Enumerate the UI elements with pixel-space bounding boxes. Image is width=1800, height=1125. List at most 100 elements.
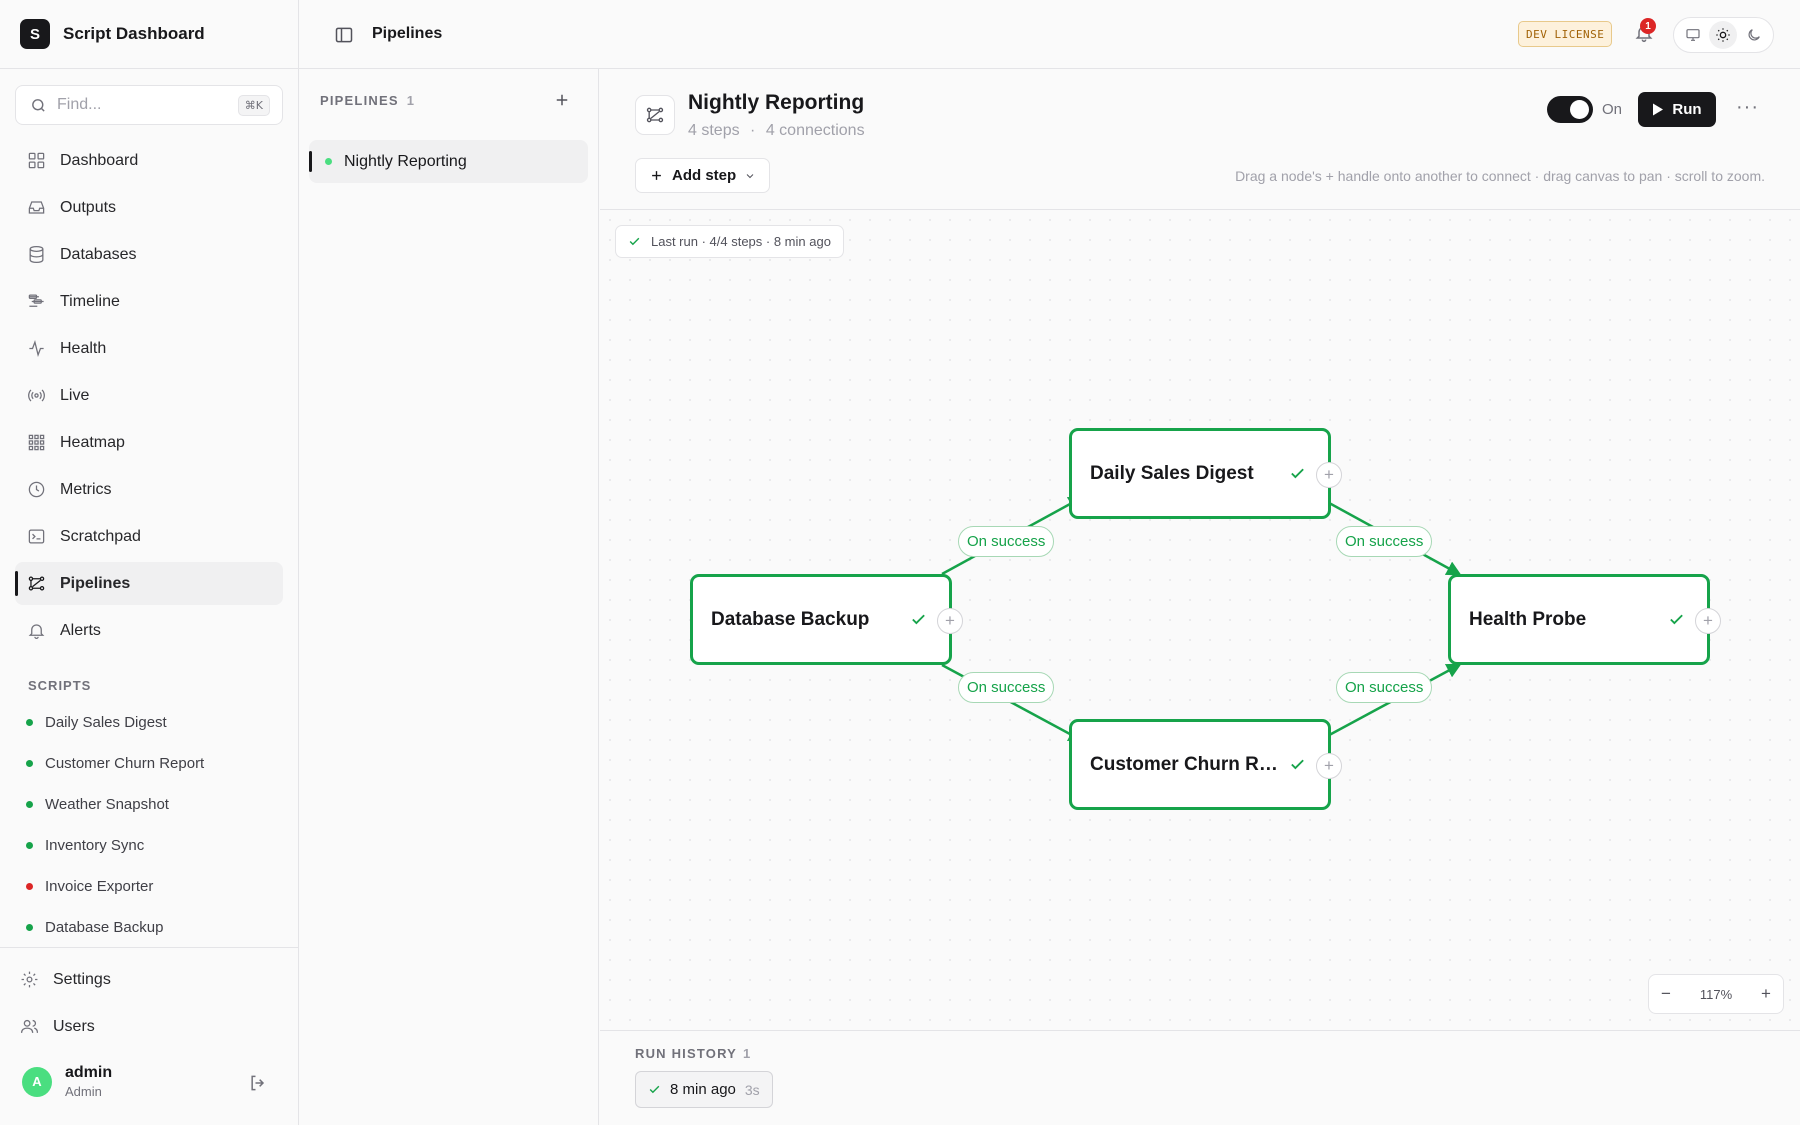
pipeline-node[interactable]: Database Backup + — [690, 574, 963, 665]
pipeline-summary: 4 steps · 4 connections — [688, 122, 865, 140]
monitor-icon — [1686, 29, 1700, 41]
clock-icon — [28, 481, 45, 498]
check-icon — [649, 1085, 660, 1094]
script-item[interactable]: Invoice Exporter — [26, 866, 286, 907]
nav-item-dashboard[interactable]: Dashboard — [15, 139, 283, 182]
nav-item-label: Settings — [53, 970, 111, 988]
play-icon — [1653, 103, 1664, 116]
pipeline-enabled-toggle[interactable] — [1547, 96, 1593, 123]
nav-item-users[interactable]: Users — [10, 1005, 278, 1048]
nav-item-settings[interactable]: Settings — [10, 958, 278, 1001]
nav-item-health[interactable]: Health — [15, 327, 283, 370]
nav-item-live[interactable]: Live — [15, 374, 283, 417]
nav-item-metrics[interactable]: Metrics — [15, 468, 283, 511]
heatmap-icon — [28, 434, 45, 451]
user-role: Admin — [65, 1084, 102, 1099]
sidebar-toggle-icon[interactable] — [334, 25, 354, 45]
pipeline-node[interactable]: Customer Churn Re... + — [1069, 719, 1342, 810]
app-name: Script Dashboard — [63, 24, 205, 43]
inbox-icon — [28, 201, 45, 214]
run-label: Run — [1672, 101, 1702, 118]
nav-item-timeline[interactable]: Timeline — [15, 280, 283, 323]
nav-item-label: Health — [60, 339, 107, 357]
script-label: Weather Snapshot — [45, 796, 169, 813]
pipeline-list-item[interactable]: Nightly Reporting — [309, 140, 588, 183]
edge-label[interactable]: On success — [1336, 672, 1433, 703]
timeline-icon — [28, 294, 44, 307]
edge-label[interactable]: On success — [958, 526, 1055, 557]
search-box[interactable]: ⌘K — [15, 85, 283, 125]
pipeline-title: Nightly Reporting — [688, 91, 865, 114]
avatar: A — [22, 1066, 52, 1097]
activity-icon — [29, 340, 44, 357]
logout-icon[interactable] — [248, 1073, 268, 1093]
nav-item-alerts[interactable]: Alerts — [15, 609, 283, 652]
sidebar-footer-nav: Settings Users — [0, 947, 299, 1052]
nav-item-heatmap[interactable]: Heatmap — [15, 421, 283, 464]
nav-item-outputs[interactable]: Outputs — [15, 186, 283, 229]
nav-item-label: Scratchpad — [60, 527, 141, 545]
script-label: Customer Churn Report — [45, 755, 205, 772]
brand[interactable]: S Script Dashboard — [0, 0, 298, 69]
check-icon — [1291, 759, 1304, 770]
run-history-heading: RUN HISTORY 1 — [635, 1046, 751, 1061]
theme-light-button[interactable] — [1709, 21, 1738, 49]
nav-item-label: Timeline — [60, 292, 120, 310]
pipeline-node[interactable]: Health Probe + — [1448, 574, 1721, 665]
steps-count: 4 steps — [688, 122, 740, 139]
run-time: 8 min ago — [670, 1081, 736, 1098]
zoom-in-button[interactable]: + — [1761, 984, 1771, 1004]
plus-icon — [652, 171, 661, 180]
theme-system-button[interactable] — [1679, 21, 1707, 49]
run-history-item[interactable]: 8 min ago 3s — [635, 1071, 773, 1108]
breadcrumb: Pipelines — [372, 25, 443, 42]
nav-item-databases[interactable]: Databases — [15, 233, 283, 276]
pipelines-count: 1 — [406, 93, 416, 108]
search-shortcut: ⌘K — [237, 95, 270, 116]
nav-item-label: Outputs — [60, 198, 117, 216]
pipelines-panel: PIPELINES 1 Nightly Reporting — [299, 69, 599, 1125]
workflow-icon — [646, 107, 664, 123]
nav-item-scratchpad[interactable]: Scratchpad — [15, 515, 283, 558]
nav-item-pipelines[interactable]: Pipelines — [15, 562, 283, 605]
edge-label[interactable]: On success — [1336, 526, 1433, 557]
add-step-button[interactable]: Add step — [635, 158, 771, 193]
theme-dark-button[interactable] — [1740, 21, 1768, 49]
check-icon — [1670, 614, 1683, 625]
moon-icon — [1748, 29, 1760, 41]
connect-handle[interactable]: + — [937, 608, 963, 634]
zoom-controls: − 117% + — [1648, 974, 1784, 1014]
connect-handle[interactable]: + — [1316, 462, 1342, 488]
script-item[interactable]: Daily Sales Digest — [26, 702, 286, 743]
nav-item-label: Databases — [60, 245, 137, 263]
node-label: Database Backup — [711, 608, 870, 630]
script-item[interactable]: Inventory Sync — [26, 825, 286, 866]
nav-item-label: Users — [53, 1017, 95, 1035]
connect-handle[interactable]: + — [1316, 753, 1342, 779]
pipeline-node[interactable]: Daily Sales Digest + — [1069, 428, 1342, 519]
more-options-button[interactable]: ··· — [1736, 96, 1759, 119]
script-item[interactable]: Database Backup — [26, 907, 286, 948]
check-icon — [629, 237, 640, 246]
search-input[interactable] — [57, 96, 217, 114]
users-icon — [20, 1019, 39, 1033]
nav-item-label: Pipelines — [60, 574, 131, 592]
pipeline-canvas[interactable]: Last run · 4/4 steps · 8 min ago Databas… — [600, 210, 1800, 1030]
script-item[interactable]: Weather Snapshot — [26, 784, 286, 825]
script-item[interactable]: Customer Churn Report — [26, 743, 286, 784]
main-nav: Dashboard Outputs Databases Timeline Hea… — [15, 139, 283, 656]
terminal-icon — [28, 529, 45, 544]
zoom-level: 117% — [1699, 986, 1733, 1002]
status-dot — [325, 158, 332, 165]
run-button[interactable]: Run — [1638, 92, 1716, 127]
nav-item-label: Alerts — [60, 621, 101, 639]
add-step-label: Add step — [672, 167, 737, 184]
connect-handle[interactable]: + — [1695, 608, 1721, 634]
zoom-out-button[interactable]: − — [1661, 984, 1671, 1004]
connections-count: 4 connections — [765, 122, 865, 139]
edge-label[interactable]: On success — [958, 672, 1055, 703]
pipeline-header: Nightly Reporting 4 steps · 4 connection… — [600, 69, 1800, 210]
add-pipeline-icon[interactable] — [553, 91, 571, 109]
nav-item-label: Metrics — [60, 480, 112, 498]
user-profile[interactable]: A admin Admin — [22, 1064, 112, 1099]
